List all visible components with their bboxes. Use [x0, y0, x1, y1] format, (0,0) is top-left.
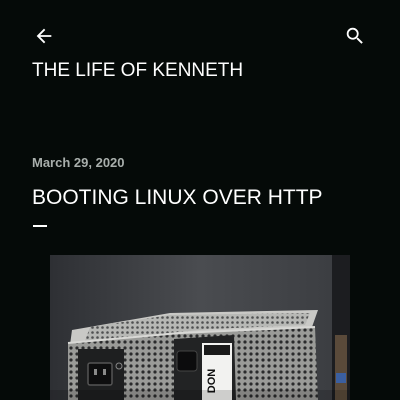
- arrow-back-icon: [33, 25, 55, 47]
- post-date: March 29, 2020: [32, 155, 125, 170]
- search-button[interactable]: [341, 22, 369, 50]
- search-icon: [344, 25, 366, 47]
- usb-label-text: DON: [206, 369, 218, 394]
- post-title[interactable]: BOOTING LINUX OVER HTTP: [32, 186, 323, 210]
- post-featured-image[interactable]: DON: [50, 255, 350, 400]
- blog-page: THE LIFE OF KENNETH March 29, 2020 BOOTI…: [0, 0, 400, 400]
- title-divider: [33, 225, 47, 227]
- blog-title[interactable]: THE LIFE OF KENNETH: [32, 60, 243, 82]
- back-button[interactable]: [30, 22, 58, 50]
